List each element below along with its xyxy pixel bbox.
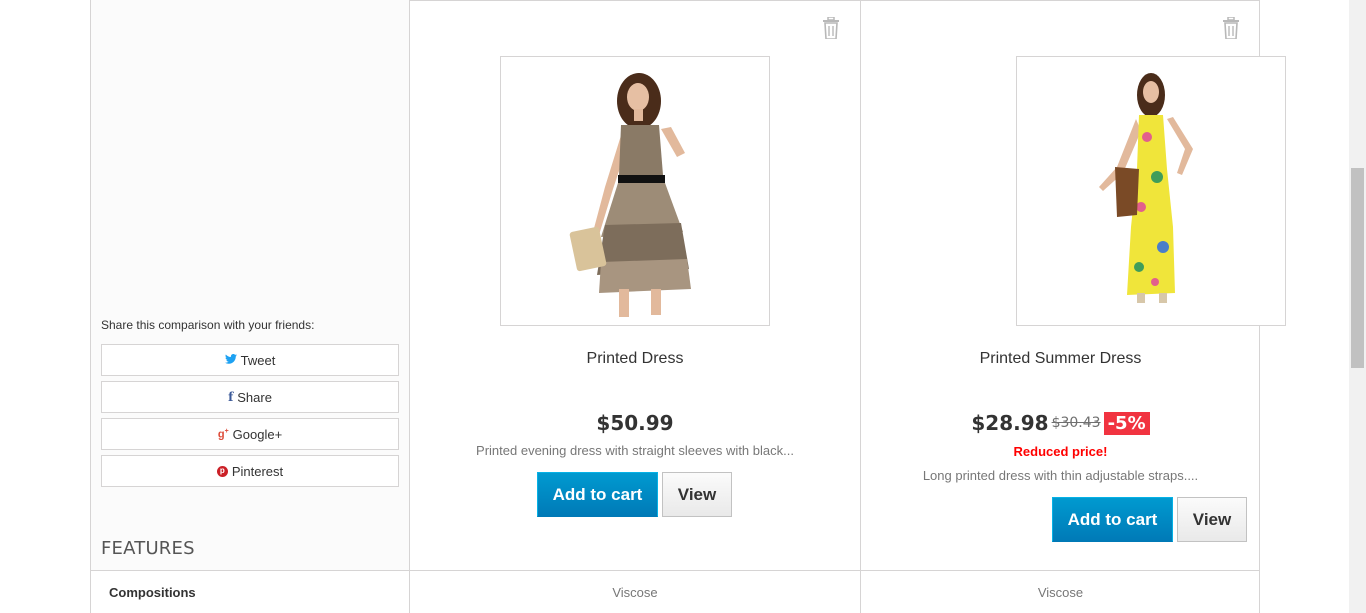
product-description: Printed evening dress with straight slee… <box>476 443 794 458</box>
tweet-label: Tweet <box>240 352 276 368</box>
twitter-icon <box>224 354 237 366</box>
reduced-price-label: Reduced price! <box>1013 444 1108 459</box>
trash-icon[interactable] <box>822 16 840 40</box>
add-to-cart-button[interactable]: Add to cart <box>1052 497 1173 542</box>
product-price: $50.99 <box>596 411 674 435</box>
google-plus-button[interactable]: g+ Google+ <box>101 418 399 450</box>
pinterest-icon: p <box>216 465 228 477</box>
comparison-sidebar: Share this comparison with your friends:… <box>91 0 410 570</box>
price-row: $50.99 <box>410 411 860 435</box>
facebook-icon: f <box>228 390 234 404</box>
pinterest-button[interactable]: p Pinterest <box>101 455 399 487</box>
product-price: $28.98 <box>971 411 1049 435</box>
google-plus-label: Google+ <box>232 426 283 442</box>
product-description: Long printed dress with thin adjustable … <box>922 468 1199 483</box>
tweet-button[interactable]: Tweet <box>101 344 399 376</box>
old-price: $30.43 <box>1051 415 1101 431</box>
scrollbar-thumb[interactable] <box>1351 168 1364 368</box>
product-image[interactable] <box>1016 56 1286 326</box>
share-title: Share this comparison with your friends: <box>101 318 315 332</box>
facebook-share-button[interactable]: f Share <box>101 381 399 413</box>
product-column-printed-dress: Printed Dress $50.99 Printed evening dre… <box>410 0 861 570</box>
product-name[interactable]: Printed Summer Dress <box>861 350 1260 368</box>
feature-value: Viscose <box>1037 585 1084 600</box>
vertical-scrollbar[interactable] <box>1349 0 1366 613</box>
feature-label: Compositions <box>91 571 410 613</box>
trash-icon[interactable] <box>1222 16 1240 40</box>
pinterest-label: Pinterest <box>231 463 284 479</box>
product-column-printed-summer-dress: Printed Summer Dress $28.98 $30.43 -5% R… <box>861 0 1286 570</box>
product-image[interactable] <box>500 56 770 326</box>
view-button[interactable]: View <box>1177 497 1247 542</box>
product-name[interactable]: Printed Dress <box>410 350 860 368</box>
feature-value: Viscose <box>410 571 861 613</box>
google-plus-icon: g+ <box>217 427 229 441</box>
comparison-table: Share this comparison with your friends:… <box>90 0 1286 613</box>
view-button[interactable]: View <box>662 472 732 517</box>
facebook-share-label: Share <box>237 389 272 405</box>
features-heading: FEATURES <box>101 538 195 559</box>
price-row: $28.98 $30.43 -5% <box>861 411 1260 435</box>
discount-badge: -5% <box>1103 411 1150 435</box>
feature-row: Compositions Viscose Viscose <box>91 570 1260 613</box>
add-to-cart-button[interactable]: Add to cart <box>537 472 658 517</box>
